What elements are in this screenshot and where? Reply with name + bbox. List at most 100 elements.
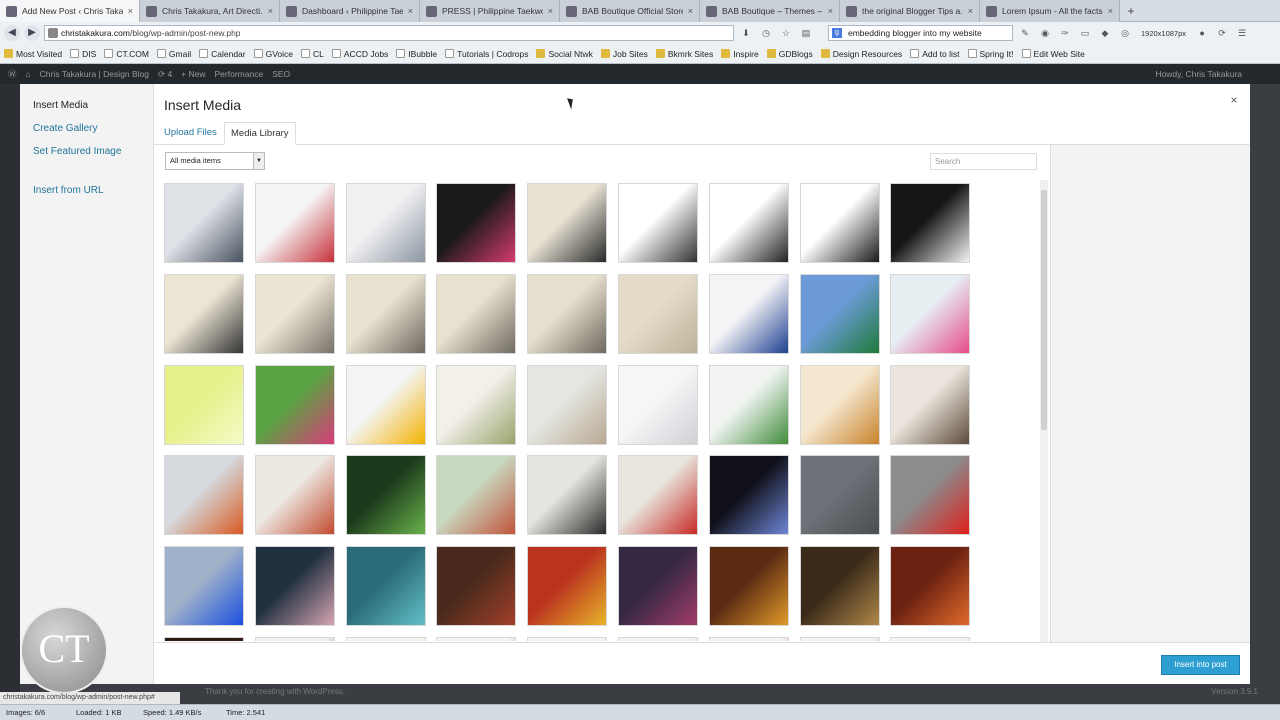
media-thumbnail[interactable] xyxy=(164,364,244,445)
new-tab-icon[interactable]: + xyxy=(1120,0,1142,21)
media-thumbnail[interactable] xyxy=(890,546,971,627)
media-thumbnail[interactable] xyxy=(345,637,426,641)
tab-close-icon[interactable]: × xyxy=(1108,6,1113,16)
media-thumbnail[interactable] xyxy=(436,183,517,263)
media-thumbnail[interactable] xyxy=(345,364,426,445)
media-thumbnail[interactable] xyxy=(527,273,608,354)
bookmark-item[interactable]: CT.COM xyxy=(104,49,149,59)
media-thumbnail[interactable] xyxy=(799,455,880,536)
bookmark-item[interactable]: Bkmrk Sites xyxy=(655,49,713,59)
colorpicker-icon[interactable]: ● xyxy=(1194,25,1210,41)
media-thumbnail[interactable] xyxy=(527,637,608,641)
tab-close-icon[interactable]: × xyxy=(128,6,133,16)
insert-into-post-button[interactable]: Insert into post xyxy=(1161,655,1240,675)
media-thumbnail[interactable] xyxy=(254,273,335,354)
browser-tab[interactable]: Chris Takakura, Art Directi... × xyxy=(140,0,280,22)
media-thumbnail[interactable] xyxy=(618,637,698,641)
bookmark-item[interactable]: Tutorials | Codrops xyxy=(445,49,528,59)
media-thumbnail[interactable] xyxy=(708,273,789,354)
media-thumbnail[interactable] xyxy=(345,455,426,536)
addon-icon[interactable]: ◉ xyxy=(1037,25,1053,41)
bookmark-item[interactable]: DIS xyxy=(70,49,96,59)
scrollbar-thumb[interactable] xyxy=(1041,190,1047,430)
media-thumbnail[interactable] xyxy=(254,183,335,263)
tab-close-icon[interactable]: × xyxy=(548,6,553,16)
media-thumbnail[interactable] xyxy=(164,637,244,641)
menu-insert-media[interactable]: Insert Media xyxy=(33,100,88,111)
tab-media-library[interactable]: Media Library xyxy=(224,122,296,145)
media-thumbnail[interactable] xyxy=(799,364,880,445)
history-icon[interactable]: ◷ xyxy=(758,25,774,41)
media-thumbnail[interactable] xyxy=(164,455,244,536)
bookmark-item[interactable]: Edit Web Site xyxy=(1021,49,1085,59)
pen-icon[interactable]: ✑ xyxy=(1057,25,1073,41)
media-thumbnail[interactable] xyxy=(708,546,789,627)
tab-upload-files[interactable]: Upload Files xyxy=(158,122,223,145)
media-thumbnail[interactable] xyxy=(708,364,789,445)
media-thumbnail[interactable] xyxy=(618,273,698,354)
media-thumbnail[interactable] xyxy=(164,183,244,263)
media-thumbnail[interactable] xyxy=(890,637,971,641)
bookmark-item[interactable]: IBubble xyxy=(396,49,437,59)
media-thumbnail[interactable] xyxy=(708,455,789,536)
media-thumbnail[interactable] xyxy=(164,273,244,354)
bookmark-item[interactable]: Social Ntwk xyxy=(536,49,593,59)
browser-tab[interactable]: the original Blogger Tips a... × xyxy=(840,0,980,22)
browser-tab[interactable]: Dashboard ‹ Philippine Taekwo... × xyxy=(280,0,420,22)
performance-link[interactable]: Performance xyxy=(215,69,264,79)
bookmark-item[interactable]: Add to list xyxy=(910,49,960,59)
new-content-link[interactable]: + New xyxy=(181,69,205,79)
media-thumbnail[interactable] xyxy=(527,546,608,627)
bookmark-item[interactable]: GDBlogs xyxy=(766,49,813,59)
media-thumbnail[interactable] xyxy=(618,546,698,627)
media-thumbnail[interactable] xyxy=(799,183,880,263)
close-icon[interactable]: × xyxy=(1226,92,1242,108)
menu-set-featured-image[interactable]: Set Featured Image xyxy=(33,146,121,157)
bookmark-item[interactable]: GVoice xyxy=(253,49,293,59)
bookmark-item[interactable]: Inspire xyxy=(721,49,759,59)
tab-close-icon[interactable]: × xyxy=(268,6,273,16)
menu-insert-from-url[interactable]: Insert from URL xyxy=(33,185,104,196)
wrench-icon[interactable]: ✎ xyxy=(1017,25,1033,41)
media-thumbnail[interactable] xyxy=(890,364,971,445)
media-thumbnail[interactable] xyxy=(527,455,608,536)
media-thumbnail[interactable] xyxy=(436,455,517,536)
media-thumbnail[interactable] xyxy=(436,273,517,354)
home-icon[interactable]: ⌂ xyxy=(26,69,31,79)
bookmark-item[interactable]: ACCD Jobs xyxy=(331,49,388,59)
site-name[interactable]: Chris Takakura | Design Blog xyxy=(40,69,149,79)
tab-close-icon[interactable]: × xyxy=(968,6,973,16)
bookmark-item[interactable]: Job Sites xyxy=(600,49,648,59)
media-thumbnail[interactable] xyxy=(799,546,880,627)
media-thumbnail[interactable] xyxy=(345,183,426,263)
media-thumbnail[interactable] xyxy=(618,455,698,536)
media-thumbnail[interactable] xyxy=(527,364,608,445)
wordpress-icon[interactable]: Ⓦ xyxy=(8,68,17,80)
address-bar[interactable]: christakakura.com/blog/wp-admin/post-new… xyxy=(44,25,734,41)
forward-icon[interactable]: ▶ xyxy=(24,25,40,41)
media-thumbnail[interactable] xyxy=(345,546,426,627)
browser-tab[interactable]: BAB Boutique Official Store × xyxy=(560,0,700,22)
media-thumbnail[interactable] xyxy=(708,183,789,263)
menu-create-gallery[interactable]: Create Gallery xyxy=(33,123,97,134)
media-thumbnail[interactable] xyxy=(708,637,789,641)
media-thumbnail[interactable] xyxy=(254,637,335,641)
bookmark-item[interactable]: Most Visited xyxy=(4,49,62,59)
sync-icon[interactable]: ⟳ xyxy=(1214,25,1230,41)
bookmark-item[interactable]: Spring It! xyxy=(967,49,1014,59)
media-thumbnail[interactable] xyxy=(890,273,971,354)
shield-icon[interactable]: ◆ xyxy=(1097,25,1113,41)
updates-icon[interactable]: ⟳ 4 xyxy=(158,69,172,80)
media-thumbnail[interactable] xyxy=(254,546,335,627)
media-thumbnail[interactable] xyxy=(799,273,880,354)
media-thumbnail[interactable] xyxy=(345,273,426,354)
browser-tab[interactable]: Lorem Ipsum - All the facts... × xyxy=(980,0,1120,22)
media-thumbnail[interactable] xyxy=(618,183,698,263)
search-input[interactable]: g embedding blogger into my website xyxy=(828,25,1013,41)
media-thumbnail[interactable] xyxy=(164,546,244,627)
clipboard-icon[interactable]: ▤ xyxy=(798,25,814,41)
bookmark-star-icon[interactable]: ☆ xyxy=(778,25,794,41)
bookmark-item[interactable]: CL xyxy=(301,49,324,59)
media-thumbnail[interactable] xyxy=(254,364,335,445)
bookmark-item[interactable]: Design Resources xyxy=(820,49,902,59)
